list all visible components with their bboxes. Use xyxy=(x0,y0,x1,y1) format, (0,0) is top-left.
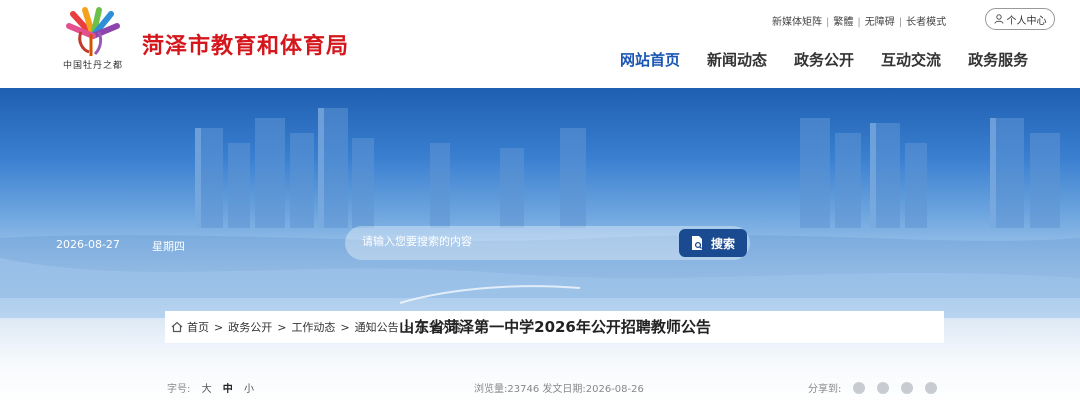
current-weekday: 星期四 xyxy=(152,240,185,253)
article-stats: 浏览量:23746 发文日期:2026-08-26 xyxy=(474,380,644,395)
publish-date: 2026-08-26 xyxy=(585,384,644,395)
toplink-separator: | xyxy=(857,17,861,28)
nav-home[interactable]: 网站首页 xyxy=(620,49,680,70)
views-count: 23746 xyxy=(507,384,540,395)
font-size-switcher: 字号: 大 中 小 xyxy=(167,380,254,395)
share-qq-icon[interactable] xyxy=(901,381,914,394)
nav-government-affairs[interactable]: 政务公开 xyxy=(794,49,854,70)
site-header: 中国牡丹之都 菏泽市教育和体育局 新媒体矩阵 | 繁體 | 无障碍 | 长者模式 个人中心 … xyxy=(0,0,1080,88)
share-weibo-icon[interactable] xyxy=(853,381,866,394)
peony-logo-icon xyxy=(66,7,120,56)
font-size-large[interactable]: 大 xyxy=(202,384,212,395)
nav-interaction[interactable]: 互动交流 xyxy=(881,49,941,70)
nav-news[interactable]: 新闻动态 xyxy=(707,49,767,70)
nav-services[interactable]: 政务服务 xyxy=(968,49,1028,70)
toplink-accessibility[interactable]: 无障碍 xyxy=(865,17,895,28)
font-size-small[interactable]: 小 xyxy=(244,384,254,395)
search-icon xyxy=(691,236,702,250)
font-size-medium[interactable]: 中 xyxy=(223,384,233,395)
views-label: 浏览量: xyxy=(474,384,508,395)
share-label: 分享到: xyxy=(808,384,842,395)
font-size-label: 字号: xyxy=(167,384,191,395)
user-icon xyxy=(994,14,1003,24)
user-center-button[interactable]: 个人中心 xyxy=(985,8,1055,30)
toplink-traditional[interactable]: 繁體 xyxy=(833,17,853,28)
publish-date-label: 发文日期: xyxy=(542,384,586,395)
toplink-elder-mode[interactable]: 长者模式 xyxy=(906,17,946,28)
search-button[interactable]: 搜索 xyxy=(679,229,747,257)
current-date: 2026-08-27 xyxy=(56,238,120,251)
user-center-label: 个人中心 xyxy=(1006,15,1047,27)
main-nav: 网站首页 新闻动态 政务公开 互动交流 政务服务 xyxy=(620,49,1028,70)
city-banner: 2026-08-27 星期四 搜索 首页 > 政务公开 > 工作动态 > 通知公… xyxy=(0,88,1080,405)
logo-caption: 中国牡丹之都 xyxy=(62,61,123,71)
search-input[interactable] xyxy=(360,234,664,249)
article-title: 山东省菏泽第一中学2026年公开招聘教师公告 xyxy=(399,318,711,336)
share-bar: 分享到: xyxy=(808,380,938,395)
toplink-separator: | xyxy=(826,17,830,28)
share-wechat-icon[interactable] xyxy=(877,381,890,394)
search-box: 搜索 xyxy=(345,226,750,260)
top-links: 新媒体矩阵 | 繁體 | 无障碍 | 长者模式 xyxy=(772,13,946,28)
toplink-separator: | xyxy=(898,17,903,28)
toplink-new-media[interactable]: 新媒体矩阵 xyxy=(772,17,822,28)
share-qzone-icon[interactable] xyxy=(925,381,938,394)
site-title: 菏泽市教育和体育局 xyxy=(142,34,350,59)
site-logo[interactable]: 中国牡丹之都 xyxy=(52,6,134,82)
search-button-label: 搜索 xyxy=(710,236,735,251)
